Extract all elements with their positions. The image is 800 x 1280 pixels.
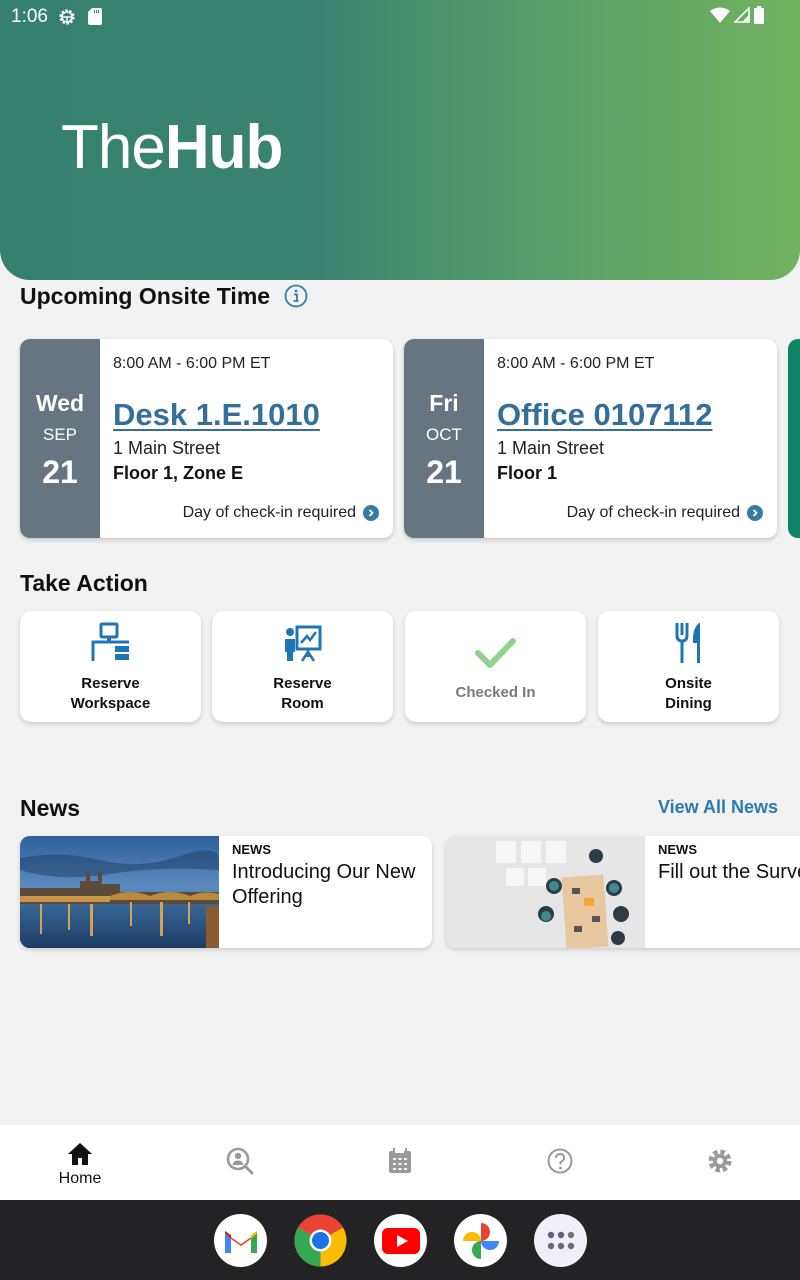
nav-home[interactable]: Home bbox=[0, 1125, 160, 1200]
reservation-day: 21 bbox=[426, 454, 462, 490]
header-banner: 1:06 TheHub bbox=[0, 0, 800, 280]
app-drawer-icon bbox=[547, 1231, 574, 1249]
photos-icon bbox=[462, 1222, 499, 1259]
fork-knife-icon bbox=[675, 623, 700, 663]
youtube-app-button[interactable] bbox=[374, 1214, 427, 1267]
news-tag: NEWS bbox=[232, 842, 271, 857]
reservation-month: SEP bbox=[42, 425, 78, 444]
reservation-card[interactable]: Fri OCT 21 8:00 AM - 6:00 PM ET Office 0… bbox=[404, 339, 777, 538]
chevron-right-icon bbox=[363, 505, 379, 521]
reservation-space-link[interactable]: Office 0107112 bbox=[497, 397, 712, 433]
presentation-room-icon bbox=[284, 625, 321, 662]
label-line: Workspace bbox=[70, 695, 151, 712]
reservation-date: Fri OCT 21 bbox=[404, 339, 484, 538]
people-search-icon bbox=[226, 1147, 254, 1175]
status-time: 1:06 bbox=[11, 6, 48, 27]
reservation-card-peek[interactable] bbox=[788, 339, 800, 538]
reservation-card[interactable]: Wed SEP 21 8:00 AM - 6:00 PM ET Desk 1.E… bbox=[20, 339, 393, 538]
checked-in-button[interactable]: Checked In bbox=[405, 611, 586, 722]
nav-home-label: Home bbox=[58, 1170, 102, 1187]
logo-bold: Hub bbox=[164, 113, 284, 182]
system-dock bbox=[0, 1200, 800, 1280]
reservation-dow: Fri bbox=[429, 390, 459, 416]
status-icons bbox=[710, 6, 764, 24]
city-river-night-photo bbox=[20, 836, 219, 948]
label-line: Reserve bbox=[273, 675, 332, 692]
label-line: Onsite bbox=[665, 675, 712, 692]
reservation-dow: Wed bbox=[35, 390, 85, 416]
checkin-required-link[interactable]: Day of check-in required bbox=[183, 504, 379, 522]
photos-app-button[interactable] bbox=[454, 1214, 507, 1267]
take-action-title: Take Action bbox=[20, 570, 148, 596]
reservation-month: OCT bbox=[426, 425, 462, 444]
nav-calendar[interactable] bbox=[320, 1132, 480, 1207]
news-headline: Introducing Our New Offering bbox=[232, 861, 416, 908]
app-logo: TheHub bbox=[61, 112, 284, 183]
reservation-floor: Floor 1 bbox=[497, 463, 558, 483]
onsite-dining-label: Onsite Dining bbox=[598, 674, 779, 714]
checkin-required-text: Day of check-in required bbox=[182, 504, 356, 521]
checkin-required-link[interactable]: Day of check-in required bbox=[567, 504, 763, 522]
onsite-dining-button[interactable]: Onsite Dining bbox=[598, 611, 779, 722]
status-bar: 1:06 bbox=[0, 0, 800, 34]
news-card[interactable]: NEWS Introducing Our New Offering bbox=[20, 836, 432, 948]
checkin-required-text: Day of check-in required bbox=[566, 504, 740, 521]
reserve-workspace-label: Reserve Workspace bbox=[20, 674, 201, 714]
app-drawer-button[interactable] bbox=[534, 1214, 587, 1267]
reservation-details: 8:00 AM - 6:00 PM ET Desk 1.E.1010 1 Mai… bbox=[113, 339, 381, 538]
news-headline: Fill out the Survey bbox=[658, 861, 800, 883]
chevron-right-icon bbox=[747, 505, 763, 521]
label-line: Room bbox=[281, 695, 324, 712]
news-card[interactable]: NEWS Fill out the Survey bbox=[446, 836, 800, 948]
reserve-workspace-button[interactable]: Reserve Workspace bbox=[20, 611, 201, 722]
news-tag: NEWS bbox=[658, 842, 697, 857]
home-icon bbox=[68, 1143, 92, 1165]
settings-icon bbox=[708, 1149, 732, 1173]
nav-help[interactable] bbox=[480, 1132, 640, 1207]
reservation-time: 8:00 AM - 6:00 PM ET bbox=[113, 355, 271, 372]
reservation-details: 8:00 AM - 6:00 PM ET Office 0107112 1 Ma… bbox=[497, 339, 765, 538]
nav-settings[interactable] bbox=[640, 1132, 800, 1207]
help-icon bbox=[547, 1148, 573, 1174]
upcoming-title: Upcoming Onsite Time bbox=[20, 283, 271, 309]
reservation-day: 21 bbox=[42, 454, 78, 490]
team-meeting-overhead-photo bbox=[446, 836, 645, 948]
reserve-room-label: Reserve Room bbox=[212, 674, 393, 714]
logo-light: The bbox=[61, 113, 166, 182]
label-line: Reserve bbox=[81, 675, 140, 692]
reservation-address: 1 Main Street bbox=[497, 438, 605, 458]
bottom-nav: Home bbox=[0, 1125, 800, 1200]
sd-card-icon bbox=[88, 8, 102, 25]
reservation-time: 8:00 AM - 6:00 PM ET bbox=[497, 355, 655, 372]
workspace-desk-icon bbox=[91, 622, 129, 661]
reservation-floor: Floor 1, Zone E bbox=[113, 463, 244, 483]
reserve-room-button[interactable]: Reserve Room bbox=[212, 611, 393, 722]
label-line: Dining bbox=[665, 695, 712, 712]
nav-people-search[interactable] bbox=[160, 1132, 320, 1207]
gmail-app-button[interactable] bbox=[214, 1214, 267, 1267]
checkmark-icon bbox=[474, 638, 516, 668]
wifi-icon bbox=[710, 7, 730, 23]
settings-gear-icon bbox=[59, 9, 75, 25]
reservation-space-link[interactable]: Desk 1.E.1010 bbox=[113, 397, 320, 433]
home-screen: 1:06 TheHub Upcoming Onsite Time Wed SEP… bbox=[0, 0, 800, 1280]
signal-icon bbox=[734, 7, 750, 23]
gmail-icon bbox=[224, 1230, 257, 1253]
chrome-icon bbox=[294, 1214, 347, 1267]
info-icon[interactable] bbox=[284, 284, 308, 308]
youtube-icon bbox=[381, 1227, 420, 1254]
reservation-address: 1 Main Street bbox=[113, 438, 221, 458]
battery-icon bbox=[754, 6, 764, 24]
checked-in-label: Checked In bbox=[455, 684, 536, 701]
view-all-news-link[interactable]: View All News bbox=[658, 797, 778, 818]
calendar-icon bbox=[389, 1148, 411, 1173]
chrome-app-button[interactable] bbox=[294, 1214, 347, 1267]
news-title: News bbox=[20, 795, 81, 821]
reservation-date: Wed SEP 21 bbox=[20, 339, 100, 538]
